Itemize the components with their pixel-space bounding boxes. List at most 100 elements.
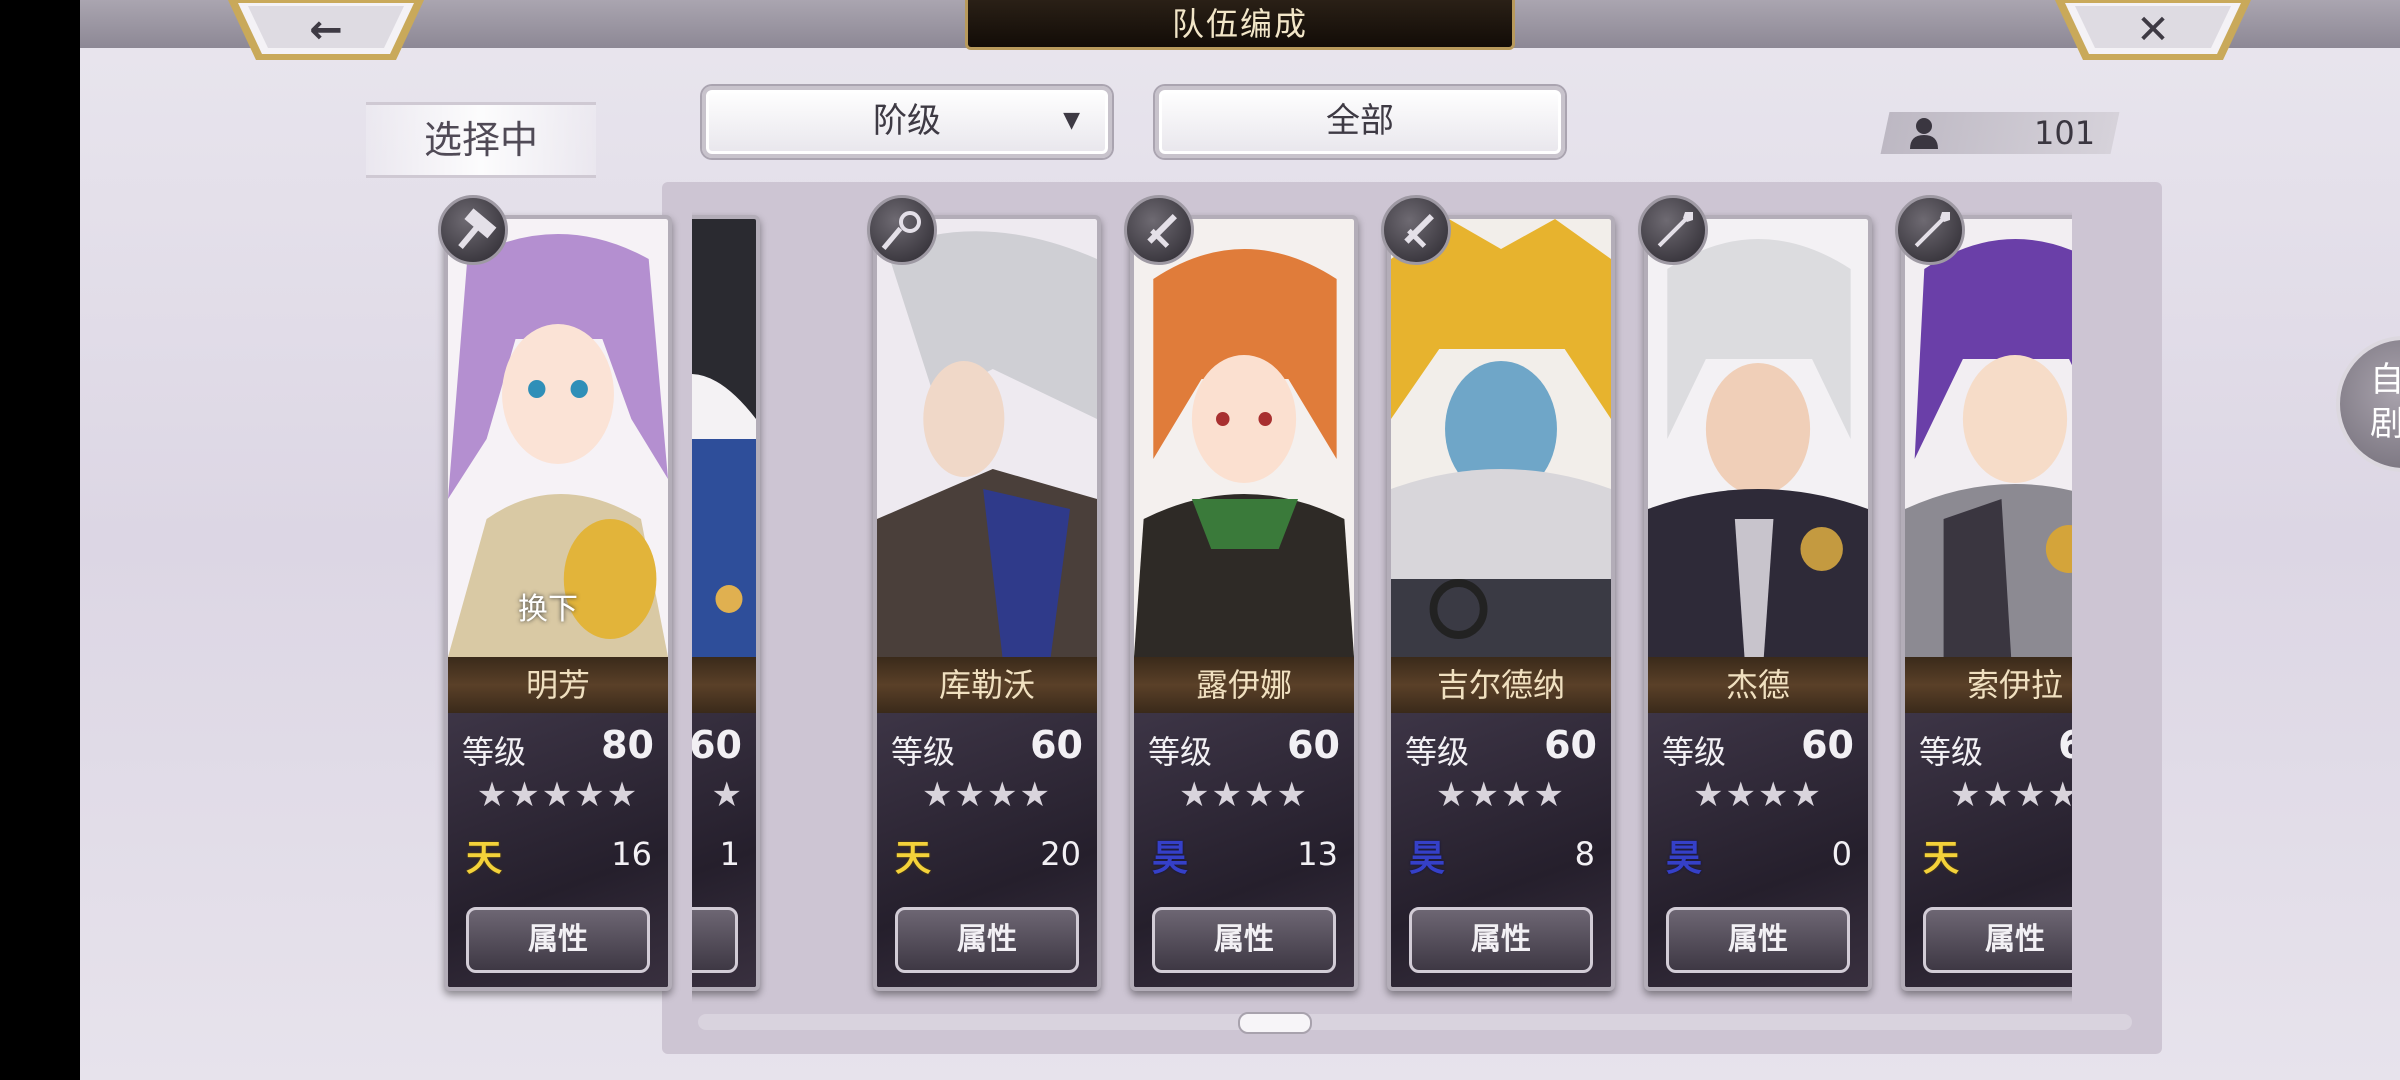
card-frame: 索伊拉 等级 60 ★★★★ 天 9 属性 — [1901, 215, 2072, 991]
character-number: 20 — [1040, 835, 1081, 873]
page-title: 队伍编成 — [1171, 5, 1308, 43]
character-stats: 等级 60 ★★★★ 昊 0 属性 — [1648, 713, 1868, 987]
sword-icon — [1381, 195, 1451, 265]
attribute-button[interactable]: 属性 — [692, 907, 738, 973]
character-card[interactable]: 索伊拉 等级 60 ★★★★ 天 9 属性 — [1895, 195, 2072, 995]
level-value: 60 — [692, 723, 742, 767]
character-number: 16 — [611, 835, 652, 873]
auto-story-label-line1: 自动 — [2370, 360, 2400, 400]
character-name: 索伊拉 — [1905, 657, 2072, 713]
character-number: 1 — [719, 835, 740, 873]
card-frame: 露伊娜 等级 60 ★★★★ 昊 13 属性 — [1130, 215, 1358, 991]
person-icon — [1910, 118, 1938, 149]
star-rating: ★★★★ — [1950, 775, 2072, 815]
level-label: 等级 — [462, 733, 527, 771]
staff-icon — [867, 195, 937, 265]
character-portrait — [1134, 219, 1354, 657]
card-frame: 杰德 等级 60 ★★★★ 昊 0 属性 — [1644, 215, 1872, 991]
character-name: 吉尔德纳 — [1391, 657, 1611, 713]
attribute-button[interactable]: 属性 — [1666, 907, 1850, 973]
character-portrait — [1391, 219, 1611, 657]
rank-badge: 天 — [1923, 838, 1960, 879]
roster-scrollbar-track[interactable] — [698, 1014, 2132, 1030]
star-rating: ★ — [711, 775, 744, 815]
character-portrait — [1905, 219, 2072, 657]
character-number: 8 — [1574, 835, 1595, 873]
level-value: 60 — [1030, 723, 1083, 767]
rank-filter-label: 阶级 — [873, 101, 941, 141]
character-stats: 60 ★ 1 属性 — [692, 713, 756, 987]
rank-filter-dropdown[interactable]: 阶级 ▼ — [702, 86, 1112, 158]
back-button[interactable]: ← — [228, 0, 424, 62]
spear-icon — [1895, 195, 1965, 265]
character-name — [692, 657, 756, 713]
attribute-button[interactable]: 属性 — [1152, 907, 1336, 973]
spear-icon — [1638, 195, 1708, 265]
selected-character-card[interactable]: 换下 明芳 等级 80 ★★★★★ 天 16 属性 — [438, 195, 672, 995]
level-value: 60 — [2058, 723, 2072, 767]
level-value: 80 — [601, 723, 654, 767]
hammer-icon — [438, 195, 508, 265]
character-name: 库勒沃 — [877, 657, 1097, 713]
character-stats: 等级 60 ★★★★ 天 9 属性 — [1905, 713, 2072, 987]
attribute-button[interactable]: 属性 — [1923, 907, 2072, 973]
character-card[interactable]: 露伊娜 等级 60 ★★★★ 昊 13 属性 — [1124, 195, 1358, 995]
star-rating: ★★★★ — [1179, 775, 1309, 815]
card-frame: 吉尔德纳 等级 60 ★★★★ 昊 8 属性 — [1387, 215, 1615, 991]
page-title-plate: 队伍编成 — [965, 0, 1515, 50]
auto-story-button[interactable]: 自动 剧情 — [2336, 336, 2400, 472]
character-card[interactable]: 库勒沃 等级 60 ★★★★ 天 20 属性 — [867, 195, 1101, 995]
card-frame: 60 ★ 1 属性 — [692, 215, 760, 991]
level-label: 等级 — [1148, 733, 1213, 771]
character-name: 杰德 — [1648, 657, 1868, 713]
roster-list[interactable]: 60 ★ 1 属性 库勒沃 等级 60 — [692, 195, 2072, 1005]
roster-count: 101 — [2033, 114, 2095, 152]
selecting-label: 选择中 — [366, 102, 596, 178]
all-filter-label: 全部 — [1326, 101, 1394, 141]
character-name: 露伊娜 — [1134, 657, 1354, 713]
attribute-button[interactable]: 属性 — [895, 907, 1079, 973]
character-stats: 等级 60 ★★★★ 昊 8 属性 — [1391, 713, 1611, 987]
character-name: 明芳 — [448, 657, 668, 713]
team-formation-screen: ← 队伍编成 ✕ 选择中 阶级 ▼ 全部 101 换下 明芳 等级 80 ★★★… — [80, 0, 2400, 1080]
level-label: 等级 — [1919, 733, 1984, 771]
level-label: 等级 — [891, 733, 956, 771]
star-rating: ★★★★ — [1693, 775, 1823, 815]
rank-badge: 昊 — [1666, 838, 1703, 879]
character-portrait — [692, 219, 756, 657]
level-value: 60 — [1801, 723, 1854, 767]
card-frame: 库勒沃 等级 60 ★★★★ 天 20 属性 — [873, 215, 1101, 991]
character-stats: 等级 60 ★★★★ 天 20 属性 — [877, 713, 1097, 987]
roster-scrollbar-thumb[interactable] — [1238, 1012, 1312, 1034]
character-card[interactable]: 吉尔德纳 等级 60 ★★★★ 昊 8 属性 — [1381, 195, 1615, 995]
close-button[interactable]: ✕ — [2055, 0, 2251, 62]
rank-badge: 昊 — [1409, 838, 1446, 879]
rank-badge: 天 — [895, 838, 932, 879]
level-label: 等级 — [1405, 733, 1470, 771]
character-stats: 等级 80 ★★★★★ 天 16 属性 — [448, 713, 668, 987]
attribute-button[interactable]: 属性 — [1409, 907, 1593, 973]
star-rating: ★★★★ — [922, 775, 1052, 815]
level-label: 等级 — [1662, 733, 1727, 771]
rank-badge: 昊 — [1152, 838, 1189, 879]
attribute-button[interactable]: 属性 — [466, 907, 650, 973]
character-card[interactable]: 杰德 等级 60 ★★★★ 昊 0 属性 — [1638, 195, 1872, 995]
swap-out-label: 换下 — [518, 592, 578, 627]
chevron-down-icon: ▼ — [1063, 108, 1080, 133]
character-number: 13 — [1297, 835, 1338, 873]
all-filter-button[interactable]: 全部 — [1155, 86, 1565, 158]
star-rating: ★★★★★ — [476, 775, 640, 815]
auto-story-label-line2: 剧情 — [2370, 404, 2400, 444]
character-card[interactable]: 60 ★ 1 属性 — [692, 195, 760, 995]
character-portrait — [1648, 219, 1868, 657]
character-number: 0 — [1831, 835, 1852, 873]
close-icon: ✕ — [2136, 7, 2170, 53]
sword-icon — [1124, 195, 1194, 265]
level-value: 60 — [1287, 723, 1340, 767]
star-rating: ★★★★ — [1436, 775, 1566, 815]
character-stats: 等级 60 ★★★★ 昊 13 属性 — [1134, 713, 1354, 987]
back-arrow-icon: ← — [309, 7, 343, 53]
roster-count-badge: 101 — [1880, 112, 2120, 154]
level-value: 60 — [1544, 723, 1597, 767]
rank-badge: 天 — [466, 838, 503, 879]
